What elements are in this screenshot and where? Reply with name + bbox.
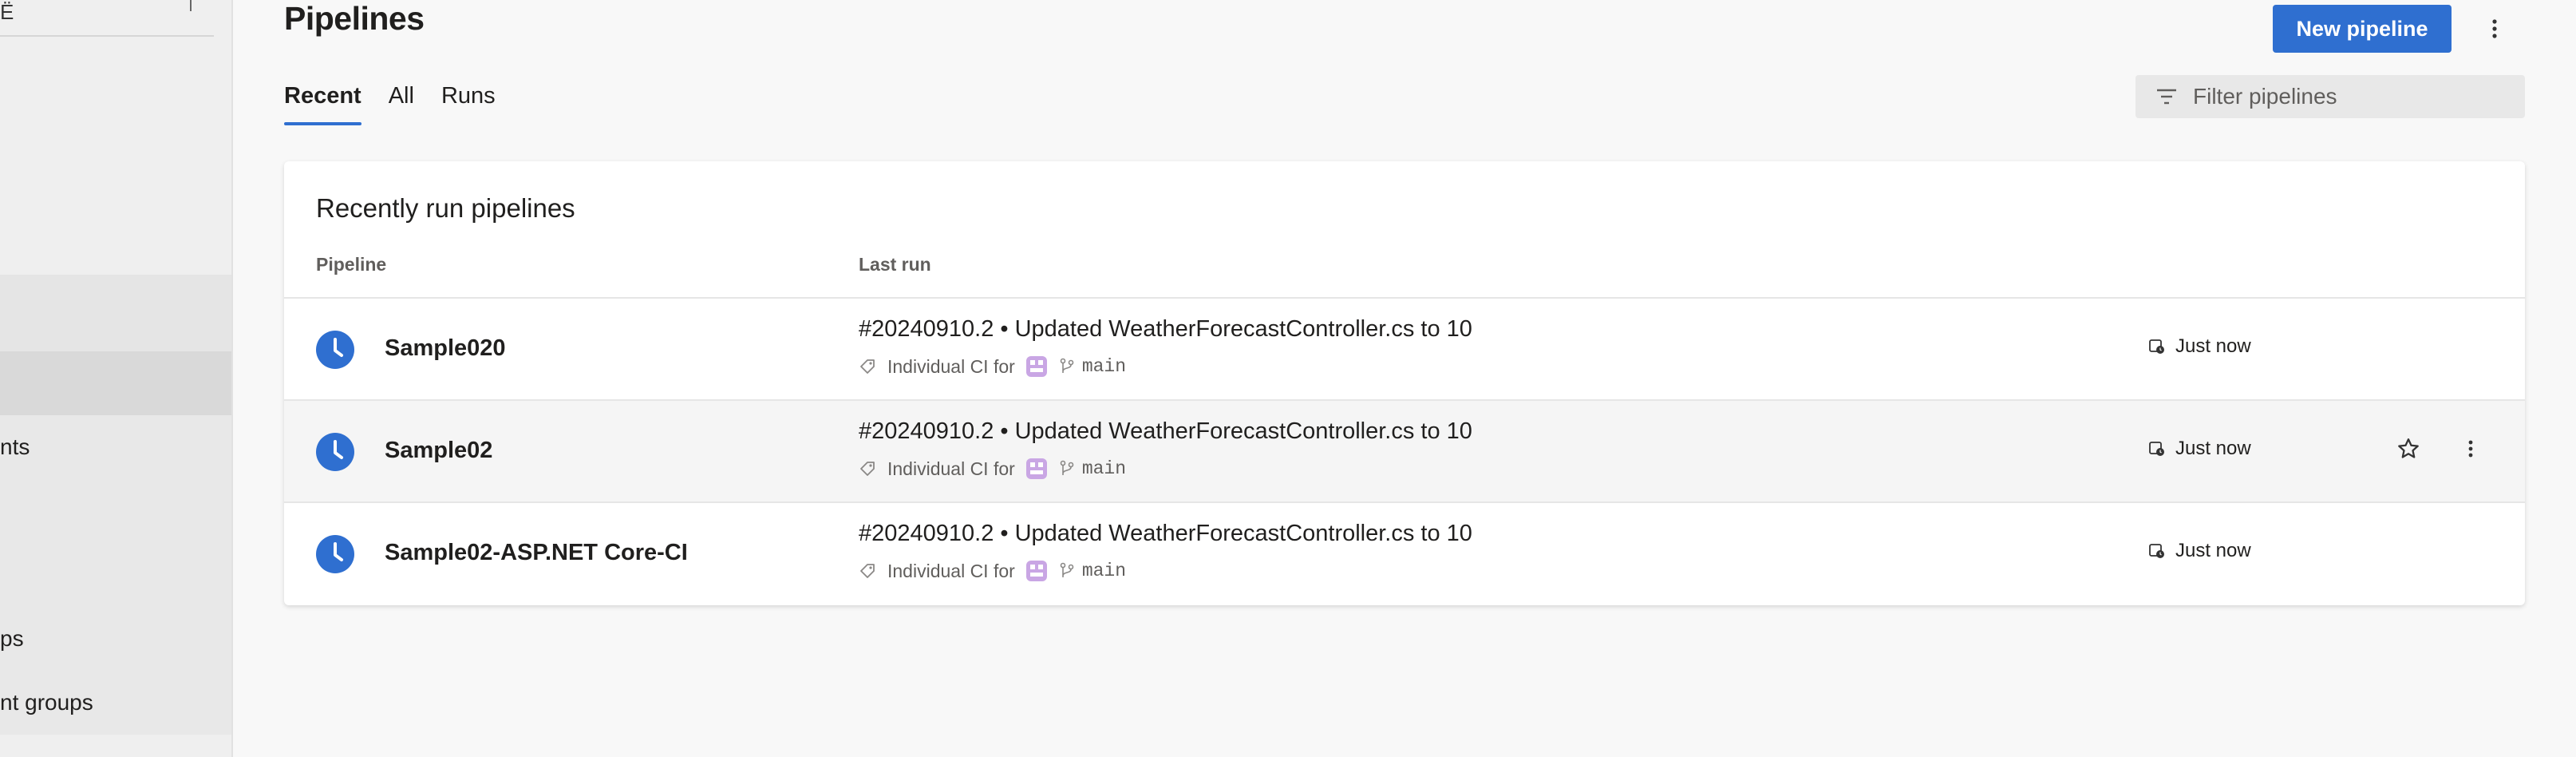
sidebar-item-selected[interactable] [0,351,231,415]
run-time: Just now [2148,335,2251,358]
run-details: Individual CI for main [859,457,1126,481]
sidebar-top-fragment: Ë [0,0,14,24]
new-pipeline-button[interactable]: New pipeline [2273,5,2452,53]
last-run-title[interactable]: #20240910.2 • Updated WeatherForecastCon… [859,316,1472,343]
row-more-actions-icon[interactable] [2455,433,2487,465]
run-time: Just now [2148,540,2251,562]
queued-status-icon [316,535,354,573]
tag-icon [860,359,875,374]
scheduled-time-icon [2149,442,2164,456]
card-title: Recently run pipelines [316,193,575,223]
recent-pipelines-card: Recently run pipelines Pipeline Last run… [284,161,2525,605]
queued-status-icon [316,433,354,471]
trigger-text: Individual CI for [887,458,1015,479]
tab-all[interactable]: All [389,83,414,125]
run-details: Individual CI for main [859,559,1126,583]
sidebar-section [0,415,231,735]
branch-name[interactable]: main [1082,356,1126,377]
trigger-text: Individual CI for [887,560,1015,581]
sidebar-item-label[interactable]: nts [0,434,30,460]
more-actions-icon[interactable] [2479,13,2511,45]
tab-runs[interactable]: Runs [441,83,496,125]
tag-icon [860,564,875,578]
sidebar-item-label[interactable]: ps [0,626,24,652]
sidebar-divider [0,35,214,37]
column-header-pipeline: Pipeline [316,254,387,275]
scheduled-time-icon [2149,339,2164,354]
pipeline-name[interactable]: Sample020 [385,335,506,362]
trigger-text: Individual CI for [887,355,1015,377]
sidebar-item-label[interactable]: nt groups [0,690,93,715]
table-row[interactable]: Sample02-ASP.NET Core-CI #20240910.2 • U… [284,501,2525,604]
table-row[interactable]: Sample020 #20240910.2 • Updated WeatherF… [284,297,2525,399]
sidebar-item-bg[interactable] [0,275,231,351]
branch-icon [1060,562,1074,577]
branch-icon [1060,358,1074,373]
run-time-text: Just now [2175,335,2251,357]
column-header-last-run: Last run [859,254,931,275]
run-time-text: Just now [2175,438,2251,459]
pipeline-tabs: Recent All Runs [284,83,496,125]
last-run-title[interactable]: #20240910.2 • Updated WeatherForecastCon… [859,521,1472,547]
run-details: Individual CI for main [859,355,1126,378]
page-title: Pipelines [284,0,425,37]
run-time: Just now [2148,438,2251,460]
last-run-title[interactable]: #20240910.2 • Updated WeatherForecastCon… [859,418,1472,445]
sidebar: Ë nts ps nt groups [0,0,233,757]
branch-name[interactable]: main [1082,458,1126,479]
favorite-star-icon[interactable] [2392,433,2424,465]
queued-status-icon [316,331,354,369]
pipeline-name[interactable]: Sample02 [385,438,492,464]
tab-recent[interactable]: Recent [284,83,362,125]
user-avatar-icon [1025,458,1047,479]
sidebar-top-mark [190,0,192,11]
filter-icon [2155,85,2179,109]
filter-box[interactable] [2135,75,2525,118]
table-row[interactable]: Sample02 #20240910.2 • Updated WeatherFo… [284,399,2525,501]
scheduled-time-icon [2149,544,2164,558]
user-avatar-icon [1025,356,1047,377]
branch-icon [1060,460,1074,475]
filter-input[interactable] [2191,83,2498,110]
user-avatar-icon [1025,561,1047,581]
branch-name[interactable]: main [1082,561,1126,581]
tag-icon [860,462,875,476]
run-time-text: Just now [2175,540,2251,561]
pipeline-name[interactable]: Sample02-ASP.NET Core-CI [385,540,688,566]
